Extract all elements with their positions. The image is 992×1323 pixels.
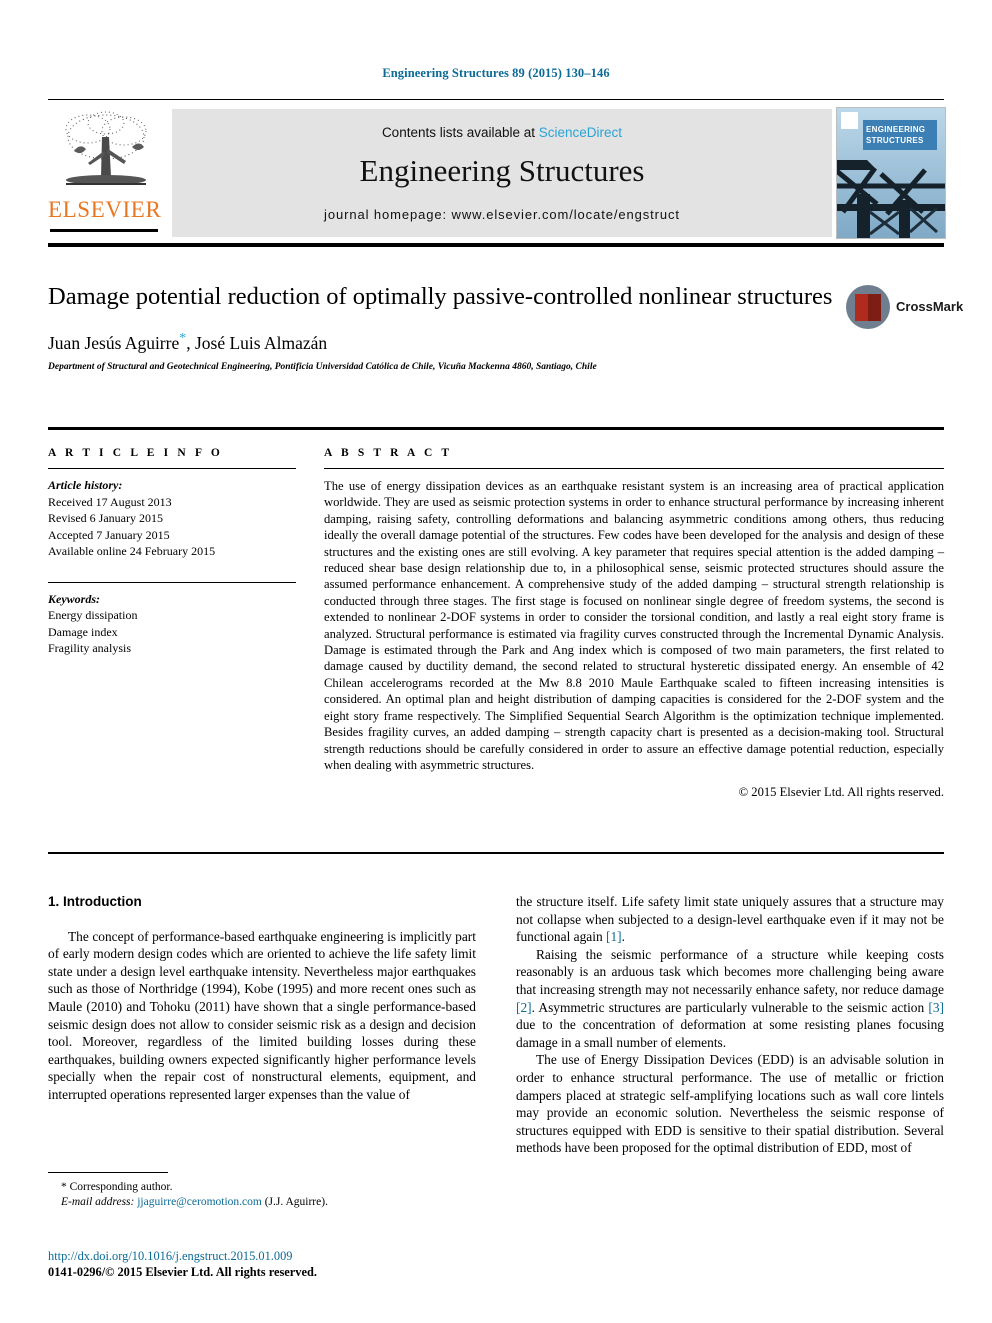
citation-link-3[interactable]: [3] bbox=[928, 1000, 944, 1015]
email-link[interactable]: jjaguirre@ceromotion.com bbox=[137, 1196, 262, 1208]
abstract-section: A B S T R A C T The use of energy dissip… bbox=[324, 447, 944, 800]
elsevier-logo-rule bbox=[50, 229, 158, 232]
abstract-bottom-rule bbox=[48, 852, 944, 854]
running-head: Engineering Structures 89 (2015) 130–146 bbox=[382, 66, 610, 80]
cover-elsevier-mark bbox=[841, 112, 858, 129]
article-info-heading: A R T I C L E I N F O bbox=[48, 447, 223, 459]
journal-banner: Contents lists available at ScienceDirec… bbox=[172, 109, 832, 237]
keyword-item: Fragility analysis bbox=[48, 641, 131, 655]
doi-link[interactable]: http://dx.doi.org/10.1016/j.engstruct.20… bbox=[48, 1248, 548, 1264]
article-history-label: Article history: bbox=[48, 478, 123, 492]
crossmark-badge[interactable]: CrossMark bbox=[846, 285, 963, 331]
abstract-rule bbox=[324, 468, 944, 469]
article-info-rule bbox=[48, 468, 296, 469]
contents-available-line: Contents lists available at ScienceDirec… bbox=[172, 125, 832, 140]
email-note: E-mail address: jjaguirre@ceromotion.com… bbox=[48, 1195, 476, 1210]
keywords-section: Keywords: Energy dissipation Damage inde… bbox=[48, 591, 296, 657]
history-received: Received 17 August 2013 bbox=[48, 494, 172, 509]
body-column-left: 1. Introduction The concept of performan… bbox=[48, 893, 476, 1104]
history-accepted: Accepted 7 January 2015 bbox=[48, 527, 170, 542]
keyword-item: Damage index bbox=[48, 624, 118, 639]
intro-right-2-mid: . Asymmetric structures are particularly… bbox=[531, 999, 929, 1015]
corresponding-author-note: * Corresponding author. bbox=[61, 1181, 173, 1193]
intro-paragraph-right-3: The use of Energy Dissipation Devices (E… bbox=[516, 1052, 944, 1156]
intro-right-1-text: the structure itself. Life safety limit … bbox=[516, 894, 944, 945]
masthead-bottom-rule bbox=[48, 243, 944, 247]
page-title: Damage potential reduction of optimally … bbox=[48, 283, 833, 310]
elsevier-logo: ELSEVIER bbox=[48, 105, 162, 241]
journal-masthead: ELSEVIER Contents lists available at Sci… bbox=[48, 99, 946, 247]
journal-title: Engineering Structures bbox=[359, 153, 645, 188]
crossmark-book-left bbox=[855, 294, 868, 321]
intro-right-2-text: Raising the seismic performance of a str… bbox=[516, 946, 944, 997]
history-revised: Revised 6 January 2015 bbox=[48, 511, 163, 525]
abstract-copyright: © 2015 Elsevier Ltd. All rights reserved… bbox=[738, 785, 944, 800]
citation-link-2[interactable]: [2] bbox=[516, 1000, 532, 1015]
body-column-right: the structure itself. Life safety limit … bbox=[516, 893, 944, 1157]
intro-paragraph-right-1: the structure itself. Life safety limit … bbox=[516, 893, 944, 946]
email-owner: (J.J. Aguirre). bbox=[261, 1196, 328, 1208]
email-label: E-mail address: bbox=[61, 1196, 135, 1208]
cover-title-label: ENGINEERING STRUCTURES bbox=[863, 120, 937, 150]
elsevier-tree-icon bbox=[54, 107, 158, 195]
journal-cover-thumbnail[interactable]: ENGINEERING STRUCTURES bbox=[836, 107, 946, 239]
masthead-top-rule bbox=[48, 99, 944, 100]
contents-available-text: Contents lists available at bbox=[381, 125, 539, 140]
keyword-item: Energy dissipation bbox=[48, 608, 138, 622]
journal-homepage-line[interactable]: journal homepage: www.elsevier.com/locat… bbox=[172, 207, 832, 222]
keywords-rule bbox=[48, 581, 296, 583]
intro-paragraph-right-2: Raising the seismic performance of a str… bbox=[516, 946, 944, 1052]
sciencedirect-link[interactable]: ScienceDirect bbox=[539, 125, 622, 140]
intro-paragraph-left: The concept of performance-based earthqu… bbox=[48, 928, 476, 1102]
article-info-section: A R T I C L E I N F O Article history: R… bbox=[48, 447, 296, 657]
abstract-text: The use of energy dissipation devices as… bbox=[324, 479, 944, 772]
author-list: Juan Jesús Aguirre*, José Luis Almazán bbox=[48, 328, 838, 354]
keywords-label: Keywords: bbox=[48, 591, 100, 606]
article-first-page: Engineering Structures 89 (2015) 130–146 bbox=[0, 0, 992, 1323]
elsevier-wordmark: ELSEVIER bbox=[48, 197, 162, 222]
abstract-heading: A B S T R A C T bbox=[324, 447, 453, 459]
citation-link-1[interactable]: [1] bbox=[606, 929, 622, 944]
footnote-rule bbox=[48, 1172, 168, 1173]
intro-right-1-end: . bbox=[621, 929, 625, 945]
intro-right-2-end: due to the concentration of deformation … bbox=[516, 1017, 944, 1050]
page-footer: http://dx.doi.org/10.1016/j.engstruct.20… bbox=[48, 1248, 548, 1280]
title-block: Damage potential reduction of optimally … bbox=[48, 281, 963, 374]
issn-copyright-line: 0141-0296/© 2015 Elsevier Ltd. All right… bbox=[48, 1265, 317, 1279]
crossmark-book-right bbox=[868, 294, 881, 321]
author-secondary: , José Luis Almazán bbox=[186, 332, 328, 353]
affiliation: Department of Structural and Geotechnica… bbox=[48, 361, 597, 372]
section-heading-introduction: 1. Introduction bbox=[48, 894, 142, 909]
history-available-online: Available online 24 February 2015 bbox=[48, 544, 216, 558]
footnote-block: * Corresponding author. E-mail address: … bbox=[48, 1172, 476, 1210]
crossmark-label: CrossMark bbox=[896, 299, 964, 314]
crossmark-icon bbox=[846, 285, 890, 329]
article-history: Article history: Received 17 August 2013… bbox=[48, 477, 296, 560]
author-primary: Juan Jesús Aguirre bbox=[48, 332, 180, 353]
title-bottom-rule bbox=[48, 427, 944, 430]
